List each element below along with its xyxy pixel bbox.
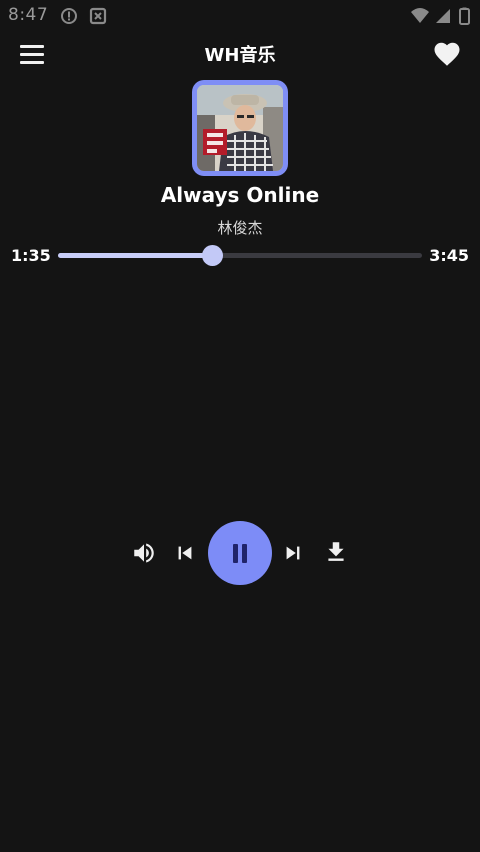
- playback-controls: [0, 520, 480, 586]
- status-time: 8:47: [8, 5, 49, 25]
- play-pause-button[interactable]: [208, 521, 272, 585]
- song-title: Always Online: [160, 183, 320, 207]
- favorite-button[interactable]: [432, 39, 462, 69]
- album-cover-frame: [192, 80, 288, 176]
- album-cover-art: [197, 85, 283, 171]
- song-artist: 林俊杰: [217, 219, 263, 237]
- app-bar: WH音乐: [0, 32, 480, 76]
- app-title: WH音乐: [204, 45, 276, 66]
- skip-previous-icon: [178, 546, 192, 560]
- volume-icon: [134, 543, 154, 563]
- next-button[interactable]: [282, 542, 304, 568]
- battery-icon: [459, 7, 470, 25]
- notification-icon: [89, 7, 107, 25]
- volume-button[interactable]: [130, 540, 158, 570]
- wifi-icon: [411, 8, 429, 23]
- status-bar: 8:47: [0, 0, 480, 32]
- download-icon: [328, 542, 344, 561]
- current-time: 1:35: [11, 246, 51, 265]
- progress-thumb[interactable]: [201, 245, 223, 266]
- heart-icon: [434, 42, 460, 66]
- signal-icon: [436, 9, 450, 23]
- alert-circle-icon: [61, 8, 77, 24]
- progress-slider[interactable]: [58, 245, 422, 266]
- download-button[interactable]: [323, 539, 349, 569]
- progress-fill: [58, 253, 212, 258]
- total-time: 3:45: [429, 246, 469, 265]
- skip-next-icon: [286, 546, 300, 560]
- previous-button[interactable]: [174, 542, 196, 568]
